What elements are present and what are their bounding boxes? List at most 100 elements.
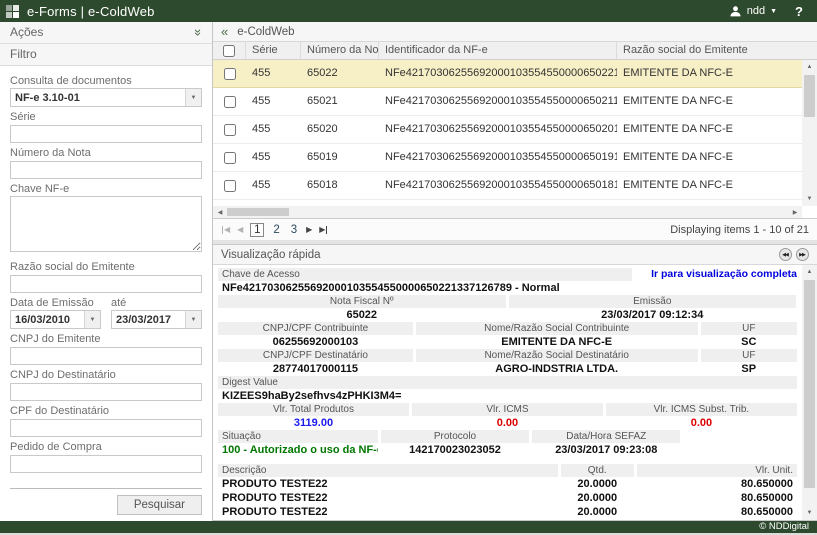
product-descricao: PRODUTO TESTE22 [218, 505, 558, 519]
cnpj-emitente-label: CNPJ do Emitente [10, 333, 202, 346]
sefaz-value: 23/03/2017 09:23:08 [532, 443, 680, 457]
nome-contribuinte-value: EMITENTE DA NFC-E [416, 335, 698, 349]
table-row[interactable]: 455 65021 NFe421703062556920001035545500… [213, 88, 817, 116]
col-serie[interactable]: Série [246, 42, 301, 59]
nome-contribuinte-label: Nome/Razão Social Contribuinte [416, 322, 698, 335]
row-checkbox[interactable] [224, 180, 236, 192]
razao-emitente-input[interactable] [10, 275, 202, 293]
row-checkbox[interactable] [224, 124, 236, 136]
table-row[interactable]: 455 65020 NFe421703062556920001035545500… [213, 116, 817, 144]
emissao-label: Emissão [509, 295, 797, 308]
chave-nfe-textarea[interactable] [10, 196, 202, 252]
next-page-button[interactable]: ▶ [306, 225, 312, 234]
cpf-destinatario-input[interactable] [10, 419, 202, 437]
cell-serie: 455 [246, 60, 301, 87]
scroll-up-icon[interactable]: ▲ [802, 265, 817, 279]
quickview-vertical-scrollbar[interactable]: ▲ ▼ [802, 265, 817, 520]
scroll-down-icon[interactable]: ▼ [802, 506, 817, 520]
page-number-2[interactable]: 2 [271, 224, 281, 236]
table-row[interactable]: 455 65018 NFe421703062556920001035545500… [213, 172, 817, 200]
actions-section-header[interactable]: Ações » [0, 22, 212, 44]
next-document-button[interactable]: ▶▶ [796, 248, 809, 261]
row-checkbox[interactable] [224, 152, 236, 164]
cell-identificador: NFe4217030625569200010355455000065018133… [379, 172, 617, 199]
table-horizontal-scrollbar[interactable]: ◀ ▶ [213, 206, 802, 218]
cell-serie: 455 [246, 144, 301, 171]
row-checkbox[interactable] [224, 96, 236, 108]
product-descricao: PRODUTO TESTE22 [218, 477, 558, 491]
col-numero[interactable]: Número da Nota [301, 42, 379, 59]
previous-document-button[interactable]: ◀◀ [779, 248, 792, 261]
col-identificador[interactable]: Identificador da NF-e [379, 42, 617, 59]
situacao-label: Situação [218, 430, 378, 443]
numero-nota-input[interactable] [10, 161, 202, 179]
serie-input[interactable] [10, 125, 202, 143]
cell-serie: 455 [246, 88, 301, 115]
sidebar-footer: Pesquisar [10, 488, 202, 521]
product-vlr-unit: 80.650000 [637, 491, 797, 505]
digest-label: Digest Value [218, 376, 797, 389]
table-vertical-scrollbar[interactable]: ▲ ▼ [802, 60, 817, 206]
uf-destinatario-value: SP [701, 362, 797, 376]
scrollbar-thumb[interactable] [227, 208, 289, 216]
scroll-up-icon[interactable]: ▲ [802, 60, 817, 74]
date-to-picker[interactable]: 23/03/2017 ▼ [111, 310, 202, 329]
user-name: ndd [747, 5, 765, 17]
vlr-icms-label: Vlr. ICMS [412, 403, 603, 416]
scroll-left-icon[interactable]: ◀ [213, 209, 227, 216]
page-number-3[interactable]: 3 [289, 224, 299, 236]
app-title: e-Forms | e-ColdWeb [27, 4, 155, 19]
nota-fiscal-value: 65022 [218, 308, 506, 322]
product-vlr-unit: 80.650000 [637, 477, 797, 491]
help-button[interactable]: ? [795, 4, 803, 19]
previous-page-button[interactable]: ◀ [237, 225, 243, 234]
scrollbar-thumb[interactable] [804, 280, 815, 488]
nota-fiscal-label: Nota Fiscal Nº [218, 295, 506, 308]
collapse-panel-icon[interactable]: « [221, 25, 228, 38]
cell-numero: 65018 [301, 172, 379, 199]
protocolo-value: 142170023023052 [381, 443, 529, 457]
pagination-status: Displaying items 1 - 10 of 21 [335, 224, 809, 236]
cnpj-destinatario-input[interactable] [10, 383, 202, 401]
cell-razao: EMITENTE DA NFC-E [617, 88, 817, 115]
scroll-right-icon[interactable]: ▶ [788, 209, 802, 216]
nome-destinatario-label: Nome/Razão Social Destinatário [416, 349, 698, 362]
product-row: PRODUTO TESTE22 20.0000 80.650000 [218, 491, 797, 505]
page-number-1[interactable]: 1 [250, 223, 264, 237]
pedido-compra-label: Pedido de Compra [10, 441, 202, 454]
filter-section-header[interactable]: Filtro [0, 44, 212, 66]
quickview-body: Chave de Acesso Ir para visualização com… [213, 265, 817, 520]
numero-nota-label: Número da Nota [10, 147, 202, 160]
full-view-link[interactable]: Ir para visualização completa [635, 268, 797, 281]
table-row[interactable]: 455 65022 NFe421703062556920001035545500… [213, 60, 817, 88]
user-menu[interactable]: ndd ▼ [729, 5, 777, 18]
date-from-picker[interactable]: 16/03/2010 ▼ [10, 310, 101, 329]
table-row[interactable]: 455 65019 NFe421703062556920001035545500… [213, 144, 817, 172]
scrollbar-thumb[interactable] [804, 75, 815, 117]
row-checkbox[interactable] [224, 68, 236, 80]
double-chevron-down-icon[interactable]: » [188, 29, 209, 36]
last-page-button[interactable]: ▶ [319, 225, 328, 234]
quickview-title: Visualização rápida [221, 249, 775, 261]
scroll-down-icon[interactable]: ▼ [802, 192, 817, 206]
main-area: « e-ColdWeb Série Número da Nota Identif… [213, 22, 817, 521]
col-razao[interactable]: Razão social do Emitente [617, 42, 817, 59]
ndd-logo-icon [6, 5, 19, 18]
consulta-label: Consulta de documentos [10, 75, 202, 88]
pesquisar-button[interactable]: Pesquisar [117, 495, 202, 515]
product-row: PRODUTO TESTE22 20.0000 80.650000 [218, 477, 797, 491]
first-page-button[interactable]: ◀ [221, 225, 230, 234]
copyright-label: © NDDigital [759, 521, 809, 532]
uf-destinatario-label: UF [701, 349, 797, 362]
chave-nfe-label: Chave NF-e [10, 183, 202, 196]
quickview-header: Visualização rápida ◀◀ ▶▶ [213, 245, 817, 265]
cell-identificador: NFe4217030625569200010355455000065021133… [379, 88, 617, 115]
cell-serie: 455 [246, 116, 301, 143]
header-checkbox-cell [213, 42, 246, 59]
vlr-icms-st-value: 0.00 [606, 416, 797, 430]
pedido-compra-input[interactable] [10, 455, 202, 473]
cnpj-emitente-input[interactable] [10, 347, 202, 365]
footer-bar: © NDDigital [0, 521, 817, 533]
document-type-select[interactable]: NF-e 3.10-01 ▼ [10, 88, 202, 107]
select-all-checkbox[interactable] [223, 45, 235, 57]
